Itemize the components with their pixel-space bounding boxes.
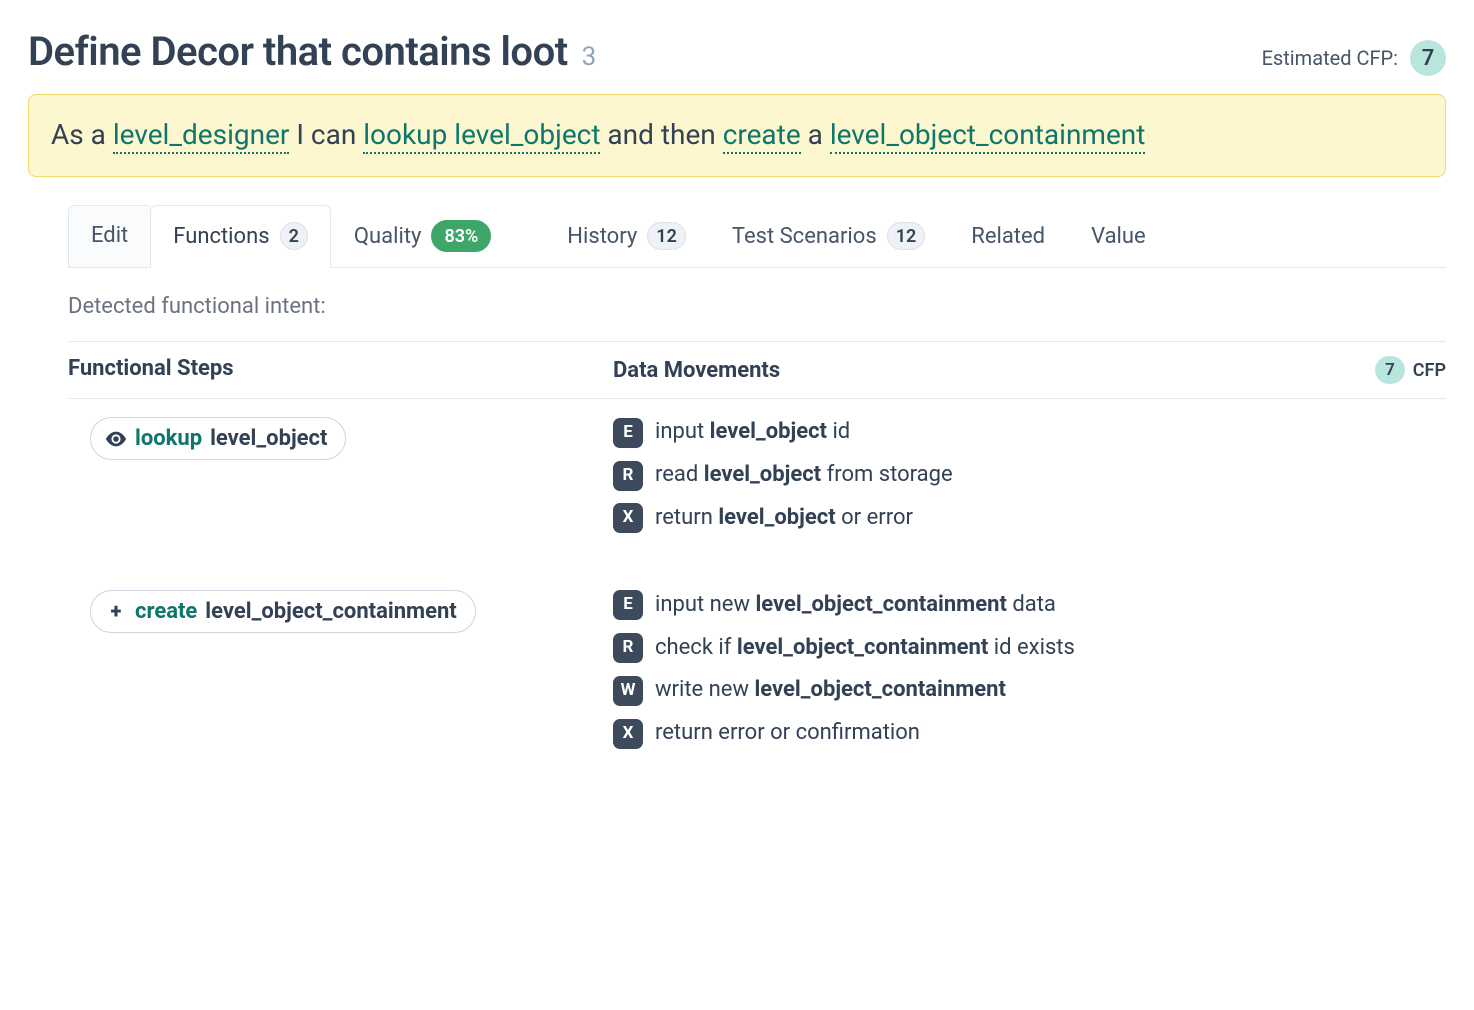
movement-text: return error or confirmation [655, 718, 920, 749]
col-header-moves: Data Movements [613, 358, 780, 383]
movement-text: check if level_object_containment id exi… [655, 633, 1075, 664]
movement-text: read level_object from storage [655, 460, 953, 491]
data-movement: Xreturn level_object or error [613, 503, 953, 534]
movement-code: E [613, 418, 643, 448]
movement-text: input level_object id [655, 417, 850, 448]
history-count-pill: 12 [647, 222, 686, 250]
functions-panel: Detected functional intent: Functional S… [28, 294, 1446, 775]
tab-value[interactable]: Value [1068, 205, 1169, 268]
movement-code: E [613, 590, 643, 620]
movement-text: input new level_object_containment data [655, 590, 1056, 621]
tab-functions[interactable]: Functions 2 [150, 205, 331, 268]
movement-code: X [613, 503, 643, 533]
data-movements-list: Einput new level_object_containment data… [613, 590, 1075, 749]
tab-history[interactable]: History 12 [544, 205, 709, 268]
cfp-value-badge: 7 [1410, 40, 1446, 76]
title-count: 3 [582, 42, 597, 72]
cfp-summary-badge: 7 [1375, 356, 1405, 384]
story-role-term[interactable]: level_designer [113, 118, 290, 154]
functional-step-row: lookup level_object Einput level_object i… [68, 399, 1446, 559]
step-verb: lookup [135, 426, 202, 451]
tab-label: Edit [91, 223, 128, 248]
tab-label: History [567, 224, 637, 249]
data-movement: Einput new level_object_containment data [613, 590, 1075, 621]
cfp-summary-unit: CFP [1413, 360, 1446, 381]
tabs-bar: Edit Functions 2 Quality 83% History 12 … [68, 205, 1446, 268]
tab-label: Functions [173, 224, 269, 249]
movement-code: R [613, 461, 643, 491]
story-text: I can [289, 118, 363, 151]
tests-count-pill: 12 [887, 222, 926, 250]
eye-icon [105, 431, 127, 447]
tab-label: Related [971, 224, 1045, 249]
story-action1-term[interactable]: lookup level_object [363, 118, 600, 154]
step-object: level_object_containment [205, 599, 456, 624]
tab-quality[interactable]: Quality 83% [331, 205, 514, 268]
data-movement: Wwrite new level_object_containment [613, 675, 1075, 706]
tab-label: Value [1091, 224, 1146, 249]
tab-related[interactable]: Related [948, 205, 1068, 268]
data-movements-list: Einput level_object id Rread level_object… [613, 417, 953, 533]
movement-code: X [613, 719, 643, 749]
user-story-box: As a level_designer I can lookup level_o… [28, 94, 1446, 177]
tab-label: Test Scenarios [732, 224, 877, 249]
step-chip[interactable]: lookup level_object [90, 417, 346, 460]
tab-test-scenarios[interactable]: Test Scenarios 12 [709, 205, 948, 268]
cfp-summary: 7 CFP [1375, 356, 1446, 384]
detected-intent-label: Detected functional intent: [68, 294, 1446, 319]
col-header-steps: Functional Steps [68, 356, 613, 384]
functional-step-row: + create level_object_containment Einput n… [68, 560, 1446, 775]
functions-count-pill: 2 [280, 222, 308, 250]
estimated-cfp: Estimated CFP: 7 [1262, 40, 1446, 76]
page-title: Define Decor that contains loot [28, 28, 568, 75]
story-object-term[interactable]: level_object_containment [830, 118, 1146, 154]
columns-header: Functional Steps Data Movements 7 CFP [68, 341, 1446, 399]
step-object: level_object [210, 426, 327, 451]
step-verb: create [135, 599, 197, 624]
cfp-label: Estimated CFP: [1262, 46, 1398, 70]
movement-code: R [613, 633, 643, 663]
movement-text: write new level_object_containment [655, 675, 1006, 706]
story-action2-term[interactable]: create [723, 118, 801, 154]
tab-label: Quality [354, 224, 422, 249]
plus-icon: + [105, 599, 127, 623]
step-chip[interactable]: + create level_object_containment [90, 590, 476, 633]
page-header: Define Decor that contains loot 3 Estima… [28, 28, 1446, 76]
data-movement: Rcheck if level_object_containment id ex… [613, 633, 1075, 664]
tab-edit[interactable]: Edit [68, 205, 150, 268]
story-text: and then [600, 118, 722, 151]
story-text: a [801, 118, 830, 151]
story-prefix: As a [51, 118, 113, 151]
data-movement: Xreturn error or confirmation [613, 718, 1075, 749]
movement-code: W [613, 676, 643, 706]
movement-text: return level_object or error [655, 503, 913, 534]
quality-percent-pill: 83% [431, 220, 491, 252]
data-movement: Rread level_object from storage [613, 460, 953, 491]
data-movement: Einput level_object id [613, 417, 953, 448]
